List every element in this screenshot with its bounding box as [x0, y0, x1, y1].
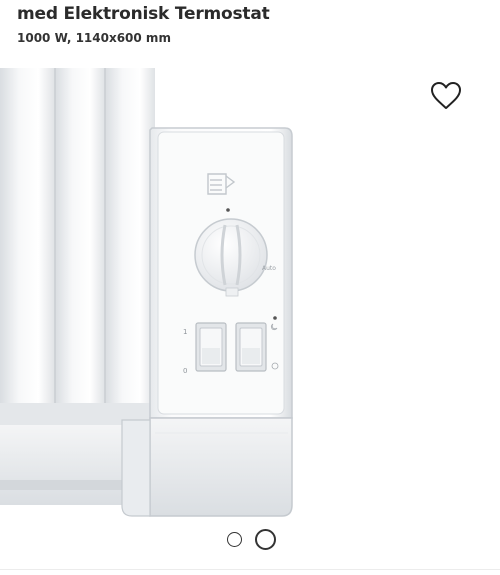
heart-outline-icon [431, 82, 461, 109]
product-image-gallery[interactable]: Auto 1 0 [0, 68, 500, 523]
gallery-pagination [0, 528, 500, 550]
divider [0, 569, 500, 570]
gallery-dot-2-active[interactable] [255, 529, 276, 550]
product-specs: 1000 W, 1140x600 mm [17, 31, 171, 45]
favorite-button[interactable] [429, 80, 463, 112]
product-title: med Elektronisk Termostat [17, 4, 270, 24]
svg-text:1: 1 [183, 328, 187, 336]
gallery-dot-1[interactable] [227, 532, 242, 547]
svg-text:Auto: Auto [262, 265, 276, 272]
svg-text:0: 0 [183, 367, 187, 375]
product-image: Auto 1 0 [0, 68, 293, 517]
